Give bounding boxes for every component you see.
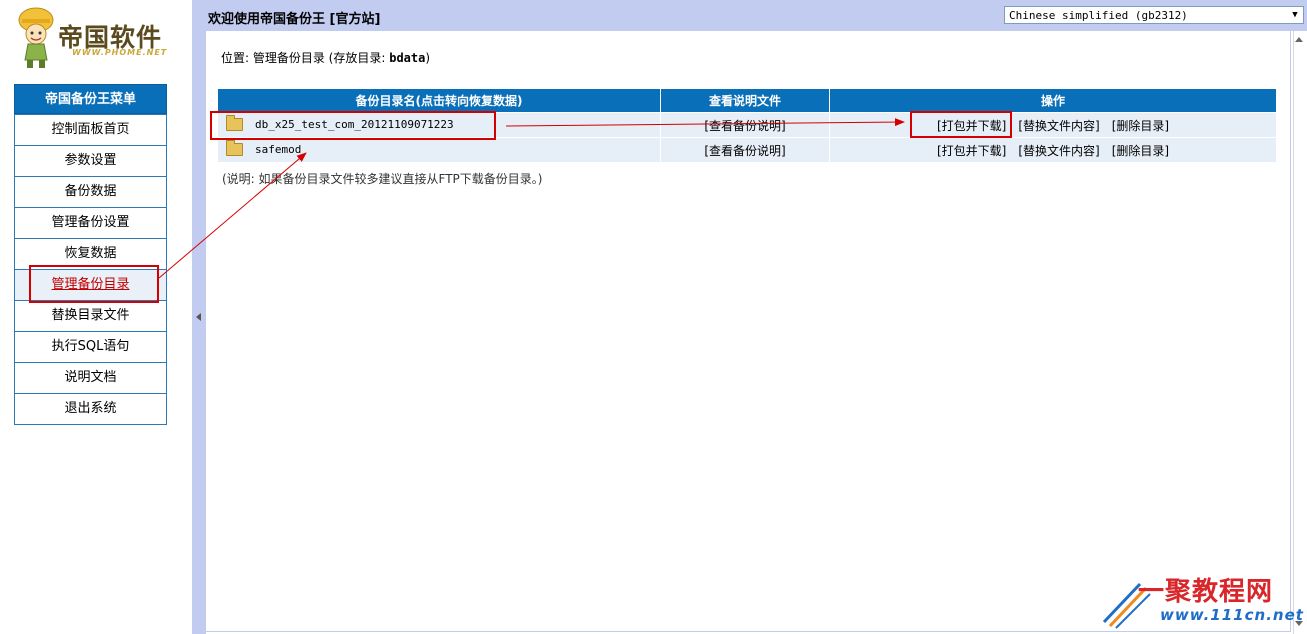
frame-splitter[interactable] [192,0,206,634]
table-row: safemod [查看备份说明] [打包并下载] [替换文件内容] [删除目录] [218,138,1276,162]
actions-cell: [打包并下载] [替换文件内容] [删除目录] [830,138,1276,162]
menu-item-manage-backup-settings[interactable]: 管理备份设置 [15,207,166,238]
top-bar: 欢迎使用帝国备份王 [官方站] Chinese simplified (gb23… [206,0,1307,31]
language-select[interactable]: Chinese simplified (gb2312) ▼ [1004,6,1304,24]
main-panel: 欢迎使用帝国备份王 [官方站] Chinese simplified (gb23… [206,0,1307,634]
menu-item-replace-dir-files[interactable]: 替换目录文件 [15,300,166,331]
dir-name-link[interactable]: safemod [255,143,301,156]
location-dir: bdata [389,51,426,65]
vertical-scrollbar[interactable] [1293,31,1307,634]
sidebar: 帝国软件 WWW.PHOME.NET 帝国备份王菜单 控制面板首页 参数设置 备… [0,0,192,634]
menu-item-manage-backup-dir[interactable]: 管理备份目录 [15,269,166,300]
actions-cell: [打包并下载] [替换文件内容] [删除目录] [830,113,1276,137]
folder-icon [226,114,243,131]
replace-content-link[interactable]: [替换文件内容] [1018,144,1099,158]
pack-download-link[interactable]: [打包并下载] [937,119,1006,133]
watermark-url: www.111cn.net [1160,606,1304,624]
dir-name-link[interactable]: db_x25_test_com_20121109071223 [255,118,454,131]
note-text: (说明: 如果备份目录文件较多建议直接从FTP下载备份目录。) [222,172,543,186]
table-row: db_x25_test_com_20121109071223 [查看备份说明] … [218,113,1276,137]
delete-dir-link[interactable]: [删除目录] [1112,119,1169,133]
view-readme-link[interactable]: [查看备份说明] [704,119,785,133]
folder-icon [226,139,243,156]
replace-content-link[interactable]: [替换文件内容] [1018,119,1099,133]
col-header-readme: 查看说明文件 [661,89,829,112]
menu-item-documentation[interactable]: 说明文档 [15,362,166,393]
col-header-dir-name: 备份目录名(点击转向恢复数据) [218,89,660,112]
chevron-down-icon[interactable]: ▼ [1287,7,1303,23]
language-select-value: Chinese simplified (gb2312) [1009,9,1188,22]
dir-name-cell[interactable]: safemod [218,138,660,162]
collapse-arrow-icon[interactable] [196,313,201,321]
menu-item-control-panel[interactable]: 控制面板首页 [15,114,166,145]
view-readme-link[interactable]: [查看备份说明] [704,144,785,158]
col-header-actions: 操作 [830,89,1276,112]
watermark: 一聚教程网 www.111cn.net [1100,568,1305,632]
menu-item-execute-sql[interactable]: 执行SQL语句 [15,331,166,362]
menu-title: 帝国备份王菜单 [14,84,167,114]
dir-name-cell[interactable]: db_x25_test_com_20121109071223 [218,113,660,137]
breadcrumb: 位置: 管理备份目录 (存放目录: bdata) [221,49,430,66]
readme-cell: [查看备份说明] [661,138,829,162]
sidebar-menu: 帝国备份王菜单 控制面板首页 参数设置 备份数据 管理备份设置 恢复数据 管理备… [14,84,167,425]
backup-dir-table: 备份目录名(点击转向恢复数据) 查看说明文件 操作 db_x25_test_co… [217,88,1277,163]
menu-item-logout[interactable]: 退出系统 [15,393,166,424]
logo-subtext: WWW.PHOME.NET [72,48,168,57]
mascot-icon [18,7,54,68]
menu-item-backup-data[interactable]: 备份数据 [15,176,166,207]
location-suffix: ) [425,51,431,65]
welcome-text[interactable]: 欢迎使用帝国备份王 [官方站] [208,8,380,27]
scroll-up-icon[interactable] [1295,37,1303,42]
watermark-text: 一聚教程网 [1138,577,1274,607]
menu-list: 控制面板首页 参数设置 备份数据 管理备份设置 恢复数据 管理备份目录 替换目录… [14,114,167,425]
logo[interactable]: 帝国软件 WWW.PHOME.NET [14,4,166,74]
delete-dir-link[interactable]: [删除目录] [1112,144,1169,158]
location-prefix: 位置: 管理备份目录 (存放目录: [221,51,390,65]
menu-item-settings[interactable]: 参数设置 [15,145,166,176]
menu-item-restore-data[interactable]: 恢复数据 [15,238,166,269]
pack-download-link[interactable]: [打包并下载] [937,144,1006,158]
readme-cell: [查看备份说明] [661,113,829,137]
